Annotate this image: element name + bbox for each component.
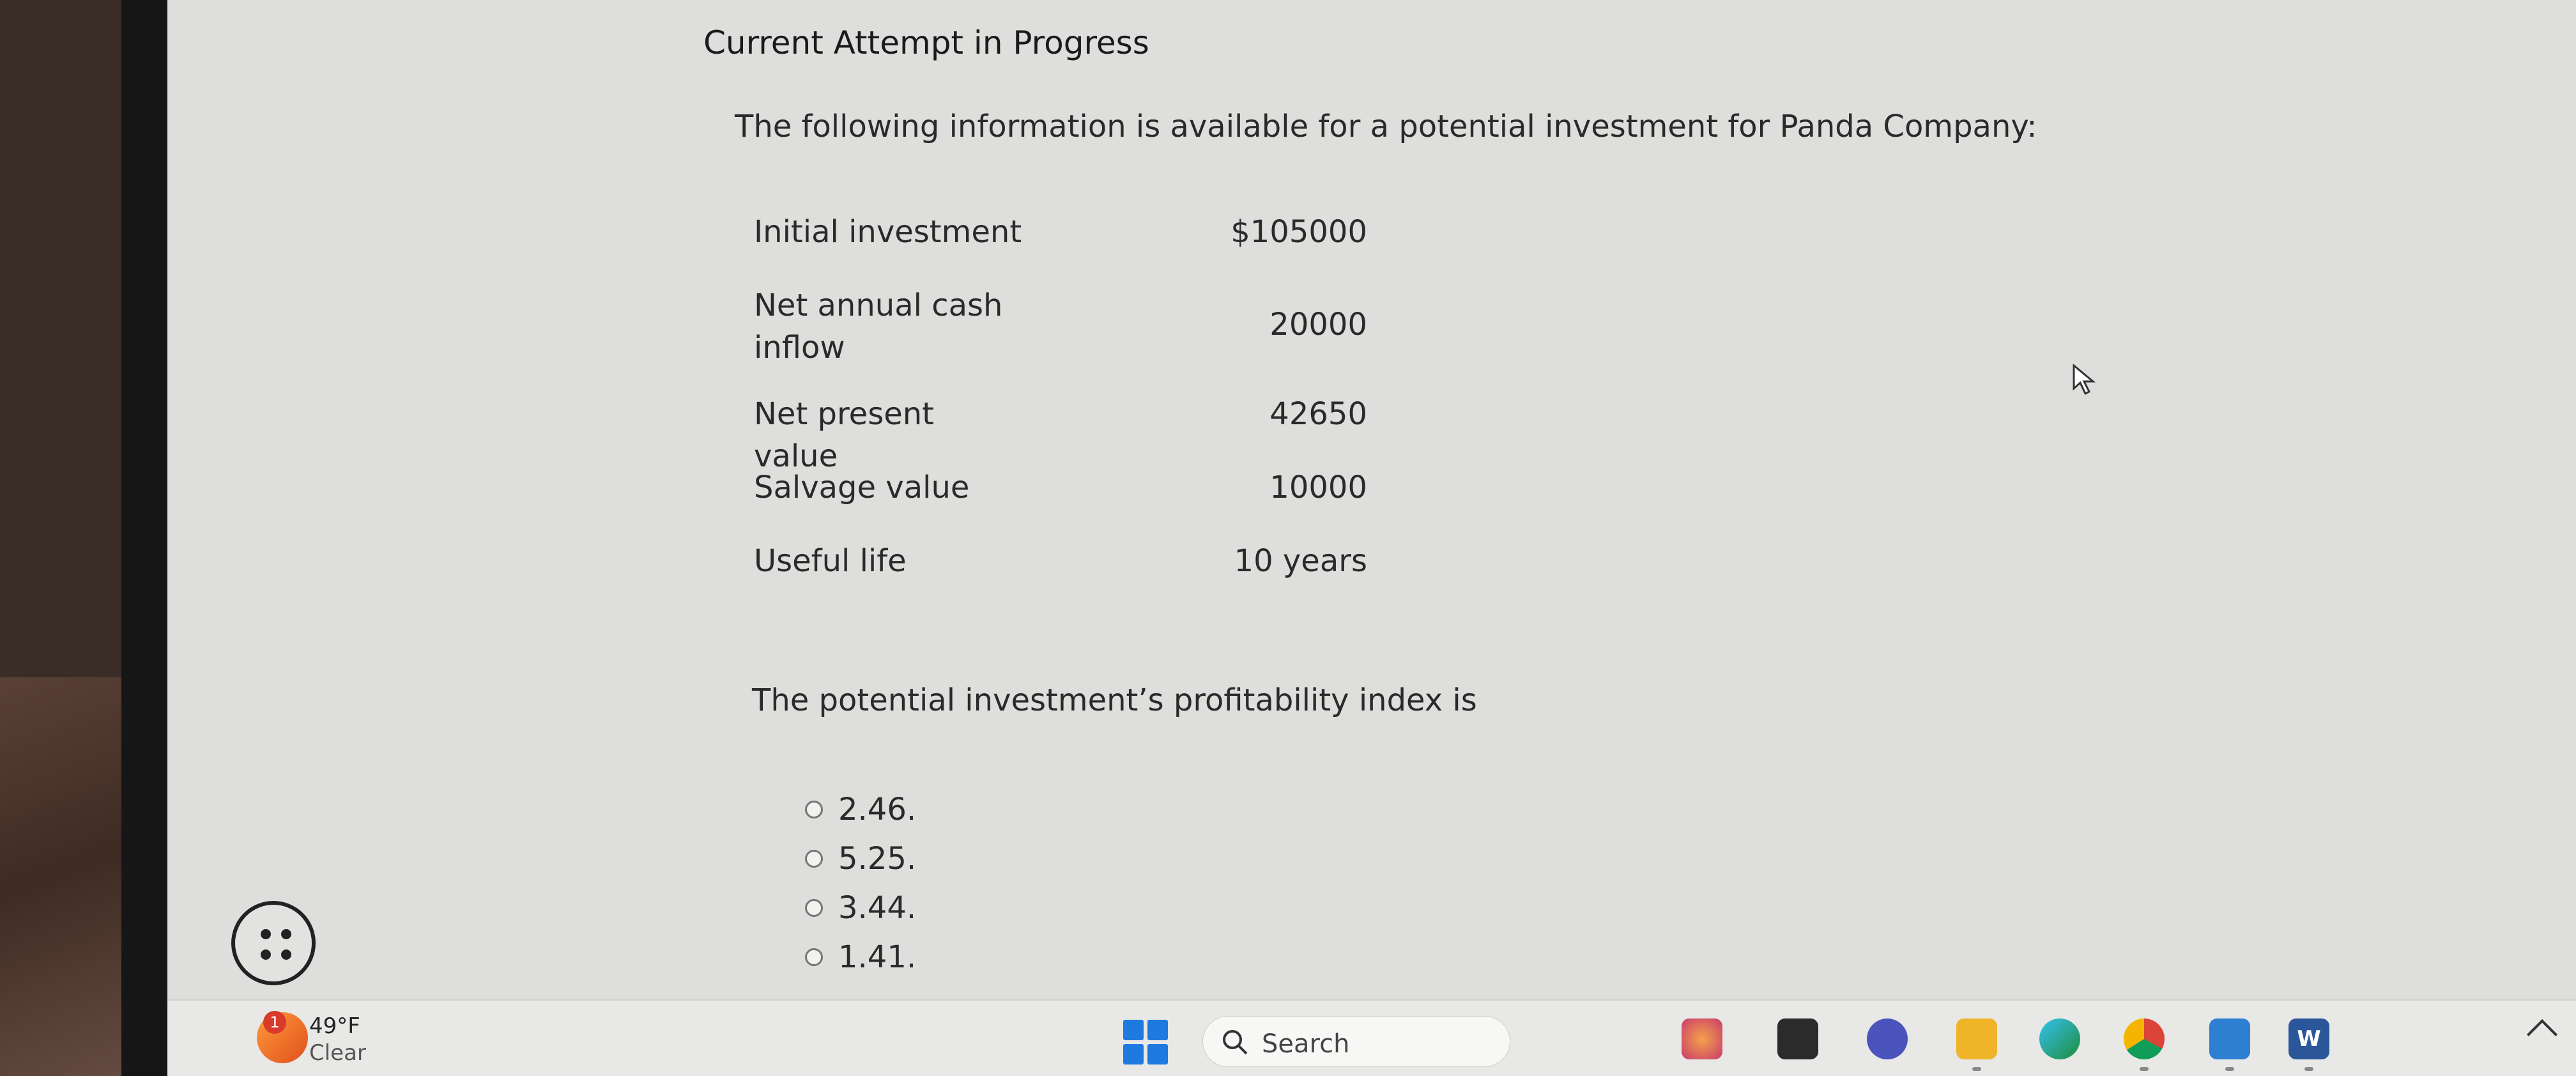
page-title: Current Attempt in Progress xyxy=(703,24,1149,61)
taskbar-search-box[interactable]: Search xyxy=(1202,1016,1510,1067)
running-indicator xyxy=(1972,1067,1981,1071)
start-tile xyxy=(1123,1044,1144,1064)
row-label: Useful life xyxy=(754,543,907,579)
problem-intro: The following information is available f… xyxy=(735,109,2037,144)
bubble-dot xyxy=(261,949,271,960)
radio-button[interactable] xyxy=(805,800,823,819)
copilot-icon[interactable] xyxy=(1682,1018,1722,1059)
folder-icon[interactable] xyxy=(1956,1018,1997,1059)
table-row: Net present value 42650 xyxy=(754,387,1367,474)
start-tile xyxy=(1123,1020,1144,1040)
option-label: 3.44. xyxy=(838,889,917,926)
weather-temperature[interactable]: 49°F xyxy=(309,1013,360,1039)
running-indicator xyxy=(2140,1067,2149,1071)
start-tile xyxy=(1147,1020,1168,1040)
table-row: Salvage value 10000 xyxy=(754,460,1367,534)
edge-icon[interactable] xyxy=(2039,1018,2080,1059)
radio-button[interactable] xyxy=(805,948,823,966)
answer-option[interactable]: 5.25. xyxy=(805,834,916,883)
bubble-dot xyxy=(261,929,271,939)
table-row: Net annual cash inflow 20000 xyxy=(754,278,1367,387)
row-label: Salvage value xyxy=(754,470,970,505)
option-label: 5.25. xyxy=(838,840,917,877)
file-explorer-icon[interactable] xyxy=(1777,1018,1818,1059)
answer-option[interactable]: 2.46. xyxy=(805,785,916,834)
row-value: 10000 xyxy=(1269,470,1367,505)
question-text: The potential investment’s profitability… xyxy=(752,682,1477,718)
row-value: 10 years xyxy=(1234,543,1367,579)
search-icon xyxy=(1223,1030,1248,1055)
answer-option[interactable]: 3.44. xyxy=(805,883,916,932)
word-icon[interactable]: W xyxy=(2288,1018,2329,1059)
mouse-cursor-icon xyxy=(2073,364,2096,396)
radio-button[interactable] xyxy=(805,898,823,917)
row-value: 42650 xyxy=(1269,396,1367,432)
table-row: Initial investment $105000 xyxy=(754,204,1367,278)
teams-icon[interactable] xyxy=(1867,1018,1908,1059)
option-label: 1.41. xyxy=(838,939,917,975)
store-icon[interactable] xyxy=(2209,1018,2250,1059)
weather-badge: 1 xyxy=(263,1011,286,1034)
answer-option[interactable]: 1.41. xyxy=(805,932,916,981)
start-tile xyxy=(1147,1044,1168,1064)
quiz-page: Current Attempt in Progress The followin… xyxy=(167,0,2576,999)
option-label: 2.46. xyxy=(838,791,917,827)
investment-data-table: Initial investment $105000 Net annual ca… xyxy=(754,204,1367,607)
weather-condition[interactable]: Clear xyxy=(309,1040,366,1066)
row-value: $105000 xyxy=(1230,214,1367,250)
screen: Current Attempt in Progress The followin… xyxy=(167,0,2576,1076)
radio-button[interactable] xyxy=(805,849,823,868)
bubble-dot xyxy=(281,949,291,960)
row-label: Net annual cash inflow xyxy=(754,288,1003,365)
search-label: Search xyxy=(1262,1029,1350,1059)
row-label: Initial investment xyxy=(754,214,1022,250)
windows-taskbar: 1 49°F Clear Search W xyxy=(167,999,2576,1076)
answer-options: 2.46. 5.25. 3.44. 1.41. xyxy=(805,785,916,981)
row-value: 20000 xyxy=(1269,307,1367,342)
windows-start-icon[interactable] xyxy=(1123,1020,1168,1064)
chevron-up-icon[interactable] xyxy=(2526,1018,2558,1050)
accessibility-bubble-icon[interactable] xyxy=(231,901,316,985)
table-row: Useful life 10 years xyxy=(754,534,1367,607)
running-indicator xyxy=(2304,1067,2313,1071)
chrome-icon[interactable] xyxy=(2124,1018,2165,1059)
bubble-dot xyxy=(281,929,291,939)
running-indicator xyxy=(2225,1067,2234,1071)
